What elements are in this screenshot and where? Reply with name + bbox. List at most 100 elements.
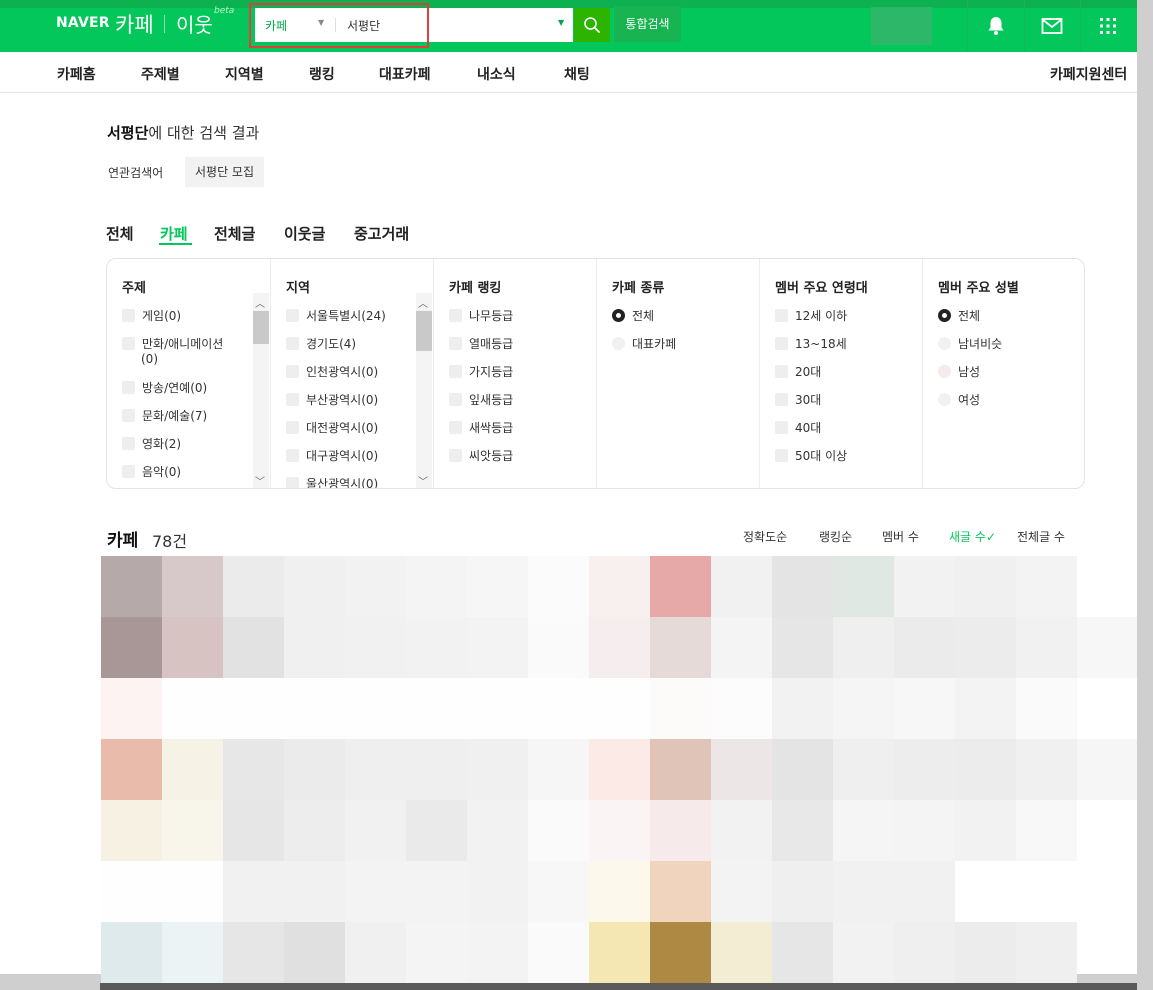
filter-option[interactable]: 전체: [938, 307, 980, 324]
filter-option[interactable]: 열매등급: [449, 335, 513, 352]
related-keyword-chip[interactable]: 서평단 모집: [185, 157, 265, 187]
chevron-down-icon[interactable]: ﹀: [255, 473, 265, 488]
radio-selected[interactable]: [938, 309, 951, 322]
autocomplete-caret-icon[interactable]: ▼: [558, 18, 564, 27]
checkbox[interactable]: [449, 309, 462, 322]
filter-option[interactable]: 50대 이상: [775, 447, 847, 464]
sort-accuracy[interactable]: 정확도순: [743, 528, 787, 545]
mail-icon[interactable]: [1040, 14, 1064, 38]
tab-all-posts[interactable]: 전체글: [214, 223, 255, 244]
filter-option[interactable]: 영화(2): [122, 435, 181, 452]
filter-option[interactable]: 울산광역시(0): [286, 475, 378, 488]
checkbox[interactable]: [449, 393, 462, 406]
filter-option[interactable]: 부산광역시(0): [286, 391, 378, 408]
filter-option[interactable]: 13~18세: [775, 335, 847, 352]
checkbox[interactable]: [775, 309, 788, 322]
filter-option[interactable]: 게임(0): [122, 307, 181, 324]
radio[interactable]: [938, 393, 951, 406]
topic-scrollbar[interactable]: ︿ ﹀: [253, 293, 269, 488]
lnb-item-cafe-home[interactable]: 카페홈: [57, 64, 96, 84]
apps-grid-icon[interactable]: [1096, 14, 1120, 38]
filter-option[interactable]: 방송/연예(0): [122, 379, 207, 396]
filter-option[interactable]: 전체: [612, 307, 654, 324]
checkbox[interactable]: [449, 337, 462, 350]
filter-option[interactable]: 나무등급: [449, 307, 513, 324]
cafe-support-center-link[interactable]: 카페지원센터: [1050, 64, 1127, 84]
lnb-item-chat[interactable]: 채팅: [564, 64, 590, 84]
filter-option[interactable]: 가지등급: [449, 363, 513, 380]
filter-option[interactable]: 잎새등급: [449, 391, 513, 408]
radio[interactable]: [612, 337, 625, 350]
filter-option[interactable]: 서울특별시(24): [286, 307, 386, 324]
checkbox[interactable]: [775, 449, 788, 462]
checkbox[interactable]: [775, 393, 788, 406]
checkbox[interactable]: [122, 437, 135, 450]
filter-option[interactable]: 대표카페: [612, 335, 676, 352]
checkbox[interactable]: [775, 365, 788, 378]
region-scrollbar[interactable]: ︿ ﹀: [416, 293, 432, 488]
checkbox[interactable]: [286, 449, 299, 462]
search-button[interactable]: [574, 8, 610, 42]
filter-option[interactable]: 음악(0): [122, 463, 181, 480]
sort-members[interactable]: 멤버 수: [882, 528, 919, 545]
filter-option[interactable]: 새싹등급: [449, 419, 513, 436]
sort-new-posts[interactable]: 새글 수✓: [949, 528, 996, 545]
checkbox[interactable]: [122, 465, 135, 478]
sort-ranking[interactable]: 랭킹순: [819, 528, 852, 545]
tab-used-market[interactable]: 중고거래: [354, 223, 409, 244]
checkbox[interactable]: [122, 309, 135, 322]
filter-option[interactable]: 문화/예술(7): [122, 407, 207, 424]
lnb-item-ranking[interactable]: 랭킹: [309, 64, 335, 84]
chevron-down-icon[interactable]: ﹀: [418, 473, 428, 488]
checkbox[interactable]: [122, 337, 135, 350]
lnb-item-by-topic[interactable]: 주제별: [141, 64, 180, 84]
checkbox[interactable]: [449, 449, 462, 462]
scrollbar-thumb[interactable]: [416, 311, 432, 351]
filter-option[interactable]: 40대: [775, 419, 821, 436]
neighbor-logo[interactable]: 이웃: [176, 9, 213, 38]
filter-option[interactable]: 남녀비슷: [938, 335, 1002, 352]
bell-icon[interactable]: [984, 14, 1008, 38]
checkbox[interactable]: [286, 421, 299, 434]
lnb-item-by-region[interactable]: 지역별: [225, 64, 264, 84]
checkbox[interactable]: [286, 393, 299, 406]
radio[interactable]: [938, 365, 951, 378]
sort-total-posts[interactable]: 전체글 수: [1017, 528, 1065, 545]
filter-option[interactable]: 인천광역시(0): [286, 363, 378, 380]
checkbox[interactable]: [122, 381, 135, 394]
tab-neighbor-posts[interactable]: 이웃글: [284, 223, 325, 244]
checkbox[interactable]: [286, 365, 299, 378]
filter-option[interactable]: 대전광역시(0): [286, 419, 378, 436]
filter-option[interactable]: 12세 이하: [775, 307, 847, 324]
lnb-item-my-news[interactable]: 내소식: [477, 64, 516, 84]
cafe-result-count: 78건: [152, 532, 188, 551]
filter-option[interactable]: 남성: [938, 363, 980, 380]
checkbox[interactable]: [775, 421, 788, 434]
chevron-up-icon[interactable]: ︿: [418, 295, 428, 310]
unified-search-button[interactable]: 통합검색: [614, 6, 681, 42]
filter-option[interactable]: 대구광역시(0): [286, 447, 378, 464]
scrollbar-thumb[interactable]: [253, 311, 269, 344]
naver-logo[interactable]: NAVER: [56, 15, 110, 31]
checkbox[interactable]: [122, 409, 135, 422]
profile-area[interactable]: [871, 7, 932, 45]
radio-selected[interactable]: [612, 309, 625, 322]
filter-option[interactable]: 경기도(4): [286, 335, 356, 352]
filter-option[interactable]: 20대: [775, 363, 821, 380]
filter-option[interactable]: 씨앗등급: [449, 447, 513, 464]
cafe-logo[interactable]: 카페: [115, 9, 154, 39]
checkbox[interactable]: [286, 309, 299, 322]
lnb-item-featured-cafe[interactable]: 대표카페: [379, 64, 431, 84]
checkbox[interactable]: [449, 421, 462, 434]
tab-cafe[interactable]: 카페: [160, 223, 188, 244]
radio[interactable]: [938, 337, 951, 350]
chevron-up-icon[interactable]: ︿: [255, 295, 265, 310]
checkbox[interactable]: [775, 337, 788, 350]
checkbox[interactable]: [286, 477, 299, 488]
filter-option[interactable]: 여성: [938, 391, 980, 408]
checkbox[interactable]: [449, 365, 462, 378]
tab-all[interactable]: 전체: [106, 223, 134, 244]
checkbox[interactable]: [286, 337, 299, 350]
filter-option[interactable]: 만화/애니메이션: [122, 335, 223, 352]
filter-option[interactable]: 30대: [775, 391, 821, 408]
